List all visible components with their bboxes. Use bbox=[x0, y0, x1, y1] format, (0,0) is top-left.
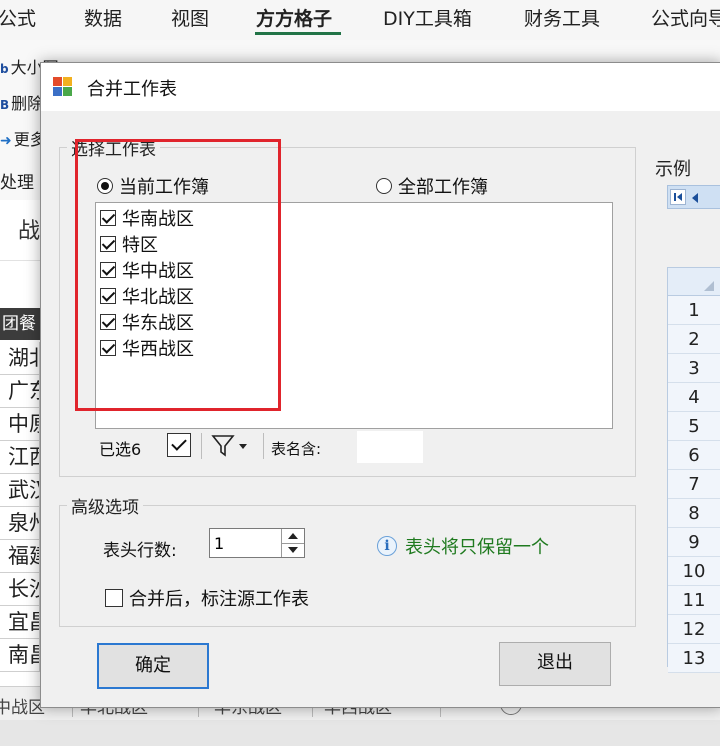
table-cell[interactable]: 宜昌 bbox=[0, 606, 40, 639]
preview-row-number: 11 bbox=[668, 586, 720, 615]
sheet-tab[interactable]: 中战区 bbox=[0, 693, 45, 718]
preview-nav-bar bbox=[667, 185, 720, 209]
preview-row-number: 6 bbox=[668, 441, 720, 470]
radio-label: 全部工作簿 bbox=[398, 177, 488, 198]
preview-grid: 1 2 3 4 5 6 7 8 9 10 11 12 13 bbox=[667, 267, 720, 673]
ribbon-tab-diy-toolbox[interactable]: DIY工具箱 bbox=[383, 4, 472, 31]
selected-count: 已选6 bbox=[99, 440, 142, 459]
toolbar-divider bbox=[263, 433, 264, 459]
ribbon-item-delete[interactable]: B 删除 bbox=[0, 90, 43, 114]
header-rows-stepper[interactable] bbox=[209, 528, 305, 558]
mark-source-option[interactable]: 合并后，标注源工作表 bbox=[105, 585, 309, 611]
table-cell[interactable]: 武汉 bbox=[0, 474, 40, 507]
ribbon-tab-finance-tools[interactable]: 财务工具 bbox=[524, 4, 600, 31]
previous-sheet-icon[interactable] bbox=[692, 193, 698, 203]
preview-row-number: 4 bbox=[668, 383, 720, 412]
info-icon: i bbox=[377, 536, 397, 556]
status-bar bbox=[0, 720, 720, 746]
ribbon-tab-formula-wizard[interactable]: 公式向导 bbox=[651, 4, 720, 31]
active-tab-underline bbox=[255, 32, 341, 35]
table-header-cell[interactable]: 团餐 bbox=[0, 308, 40, 340]
stepper-buttons bbox=[281, 529, 304, 557]
header-rows-label: 表头行数: bbox=[103, 541, 177, 561]
toolbar-divider bbox=[201, 433, 202, 459]
ribbon-item-more[interactable]: ➜ 更多 bbox=[0, 126, 46, 150]
select-all-corner-icon bbox=[668, 268, 720, 296]
radio-button-icon bbox=[376, 178, 392, 194]
preview-title: 示例 bbox=[655, 159, 691, 180]
preview-row-number: 13 bbox=[668, 644, 720, 673]
cell-column: 湖北广东中原江西武汉泉州福建长沙宜昌南昌 bbox=[0, 342, 40, 672]
preview-row-number: 9 bbox=[668, 528, 720, 557]
table-cell[interactable]: 江西 bbox=[0, 441, 40, 474]
preview-panel: 示例 1 2 3 4 5 6 7 8 9 10 11 12 13 bbox=[653, 155, 720, 687]
preview-row-number: 7 bbox=[668, 470, 720, 499]
ribbon-tab-view[interactable]: 视图 bbox=[171, 4, 209, 31]
ok-button[interactable]: 确定 bbox=[97, 643, 209, 689]
preview-row-number: 3 bbox=[668, 354, 720, 383]
stepper-up-icon[interactable] bbox=[282, 529, 304, 543]
table-cell[interactable]: 长沙 bbox=[0, 573, 40, 606]
ribbon-tab-formulas[interactable]: 公式 bbox=[0, 4, 36, 31]
preview-row-number: 1 bbox=[668, 296, 720, 325]
table-cell[interactable]: 湖北 bbox=[0, 342, 40, 375]
ribbon-tab-fangfanggezi[interactable]: 方方格子 bbox=[256, 4, 332, 31]
name-filter-input[interactable] bbox=[357, 431, 423, 463]
exit-button[interactable]: 退出 bbox=[499, 642, 611, 686]
dialog-titlebar[interactable]: 合并工作表 bbox=[41, 63, 720, 111]
table-cell[interactable]: 福建 bbox=[0, 540, 40, 573]
table-cell[interactable]: 广东 bbox=[0, 375, 40, 408]
filter-dropdown-icon[interactable] bbox=[211, 433, 253, 459]
preview-row-number: 5 bbox=[668, 412, 720, 441]
ribbon-item-label: 删除 bbox=[11, 94, 44, 113]
ribbon-tab-data[interactable]: 数据 bbox=[84, 4, 122, 31]
table-cell[interactable]: 泉州 bbox=[0, 507, 40, 540]
merge-sheets-dialog: 合并工作表 选择工作表 当前工作簿 全部工作簿 华南战区 特区 华中战区 华北战… bbox=[40, 62, 720, 708]
table-cell[interactable]: 中原 bbox=[0, 408, 40, 441]
case-icon: b bbox=[0, 62, 9, 76]
ribbon-group-label: 处理 bbox=[0, 173, 34, 193]
name-box[interactable]: 战 bbox=[0, 213, 40, 261]
ribbon-tab-bar: 公式 数据 视图 方方格子 DIY工具箱 财务工具 公式向导 bbox=[0, 0, 720, 40]
header-hint-text: 表头将只保留一个 bbox=[405, 537, 549, 558]
first-sheet-icon[interactable] bbox=[670, 189, 686, 205]
stepper-down-icon[interactable] bbox=[282, 543, 304, 557]
highlight-annotation-box bbox=[75, 139, 281, 411]
radio-all-workbooks[interactable]: 全部工作簿 bbox=[376, 173, 488, 199]
dialog-title: 合并工作表 bbox=[87, 79, 177, 100]
preview-row-number: 10 bbox=[668, 557, 720, 586]
app-icon bbox=[53, 77, 73, 97]
preview-row-number: 2 bbox=[668, 325, 720, 354]
mark-source-label: 合并后，标注源工作表 bbox=[129, 589, 309, 610]
name-filter-label: 表名含: bbox=[271, 440, 322, 458]
checkbox[interactable] bbox=[105, 589, 123, 607]
header-rows-input[interactable] bbox=[214, 533, 278, 553]
table-cell[interactable]: 南昌 bbox=[0, 639, 40, 672]
advanced-options-legend: 高级选项 bbox=[67, 493, 143, 518]
arrow-right-icon: ➜ bbox=[0, 133, 12, 149]
select-all-check-icon[interactable] bbox=[167, 433, 191, 457]
delete-icon: B bbox=[0, 98, 10, 112]
preview-row-number: 12 bbox=[668, 615, 720, 644]
preview-row-number: 8 bbox=[668, 499, 720, 528]
